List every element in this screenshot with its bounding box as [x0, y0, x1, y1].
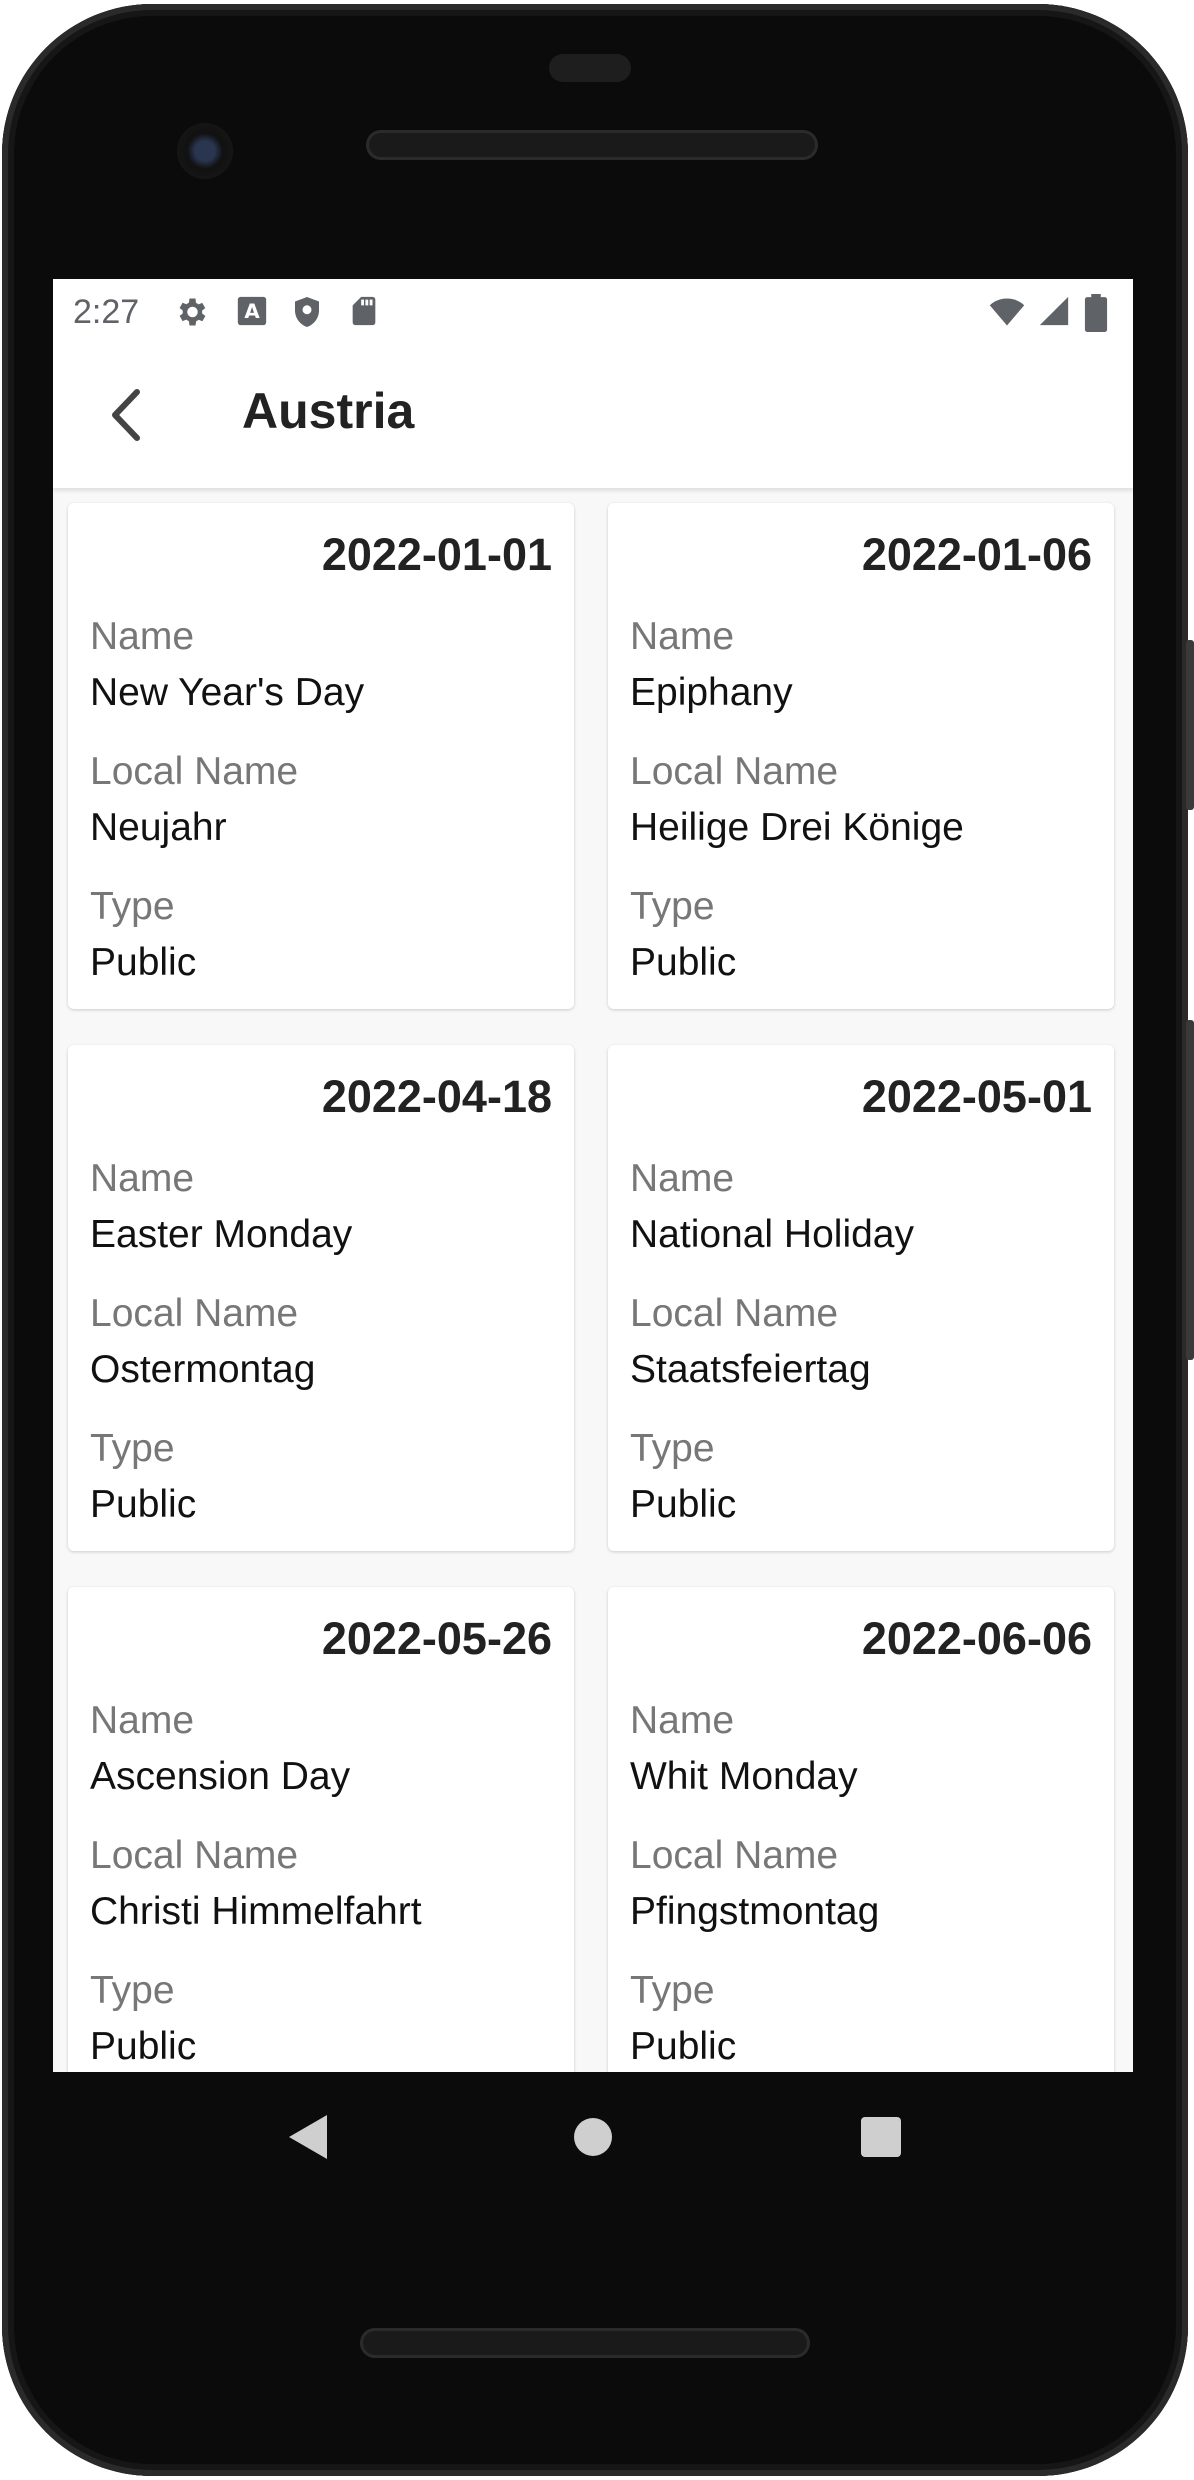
local-name-label: Local Name	[90, 1292, 299, 1335]
volume-button	[1186, 640, 1194, 810]
bottom-speaker	[360, 2328, 810, 2358]
local-name-label: Local Name	[630, 1292, 839, 1335]
power-button	[1186, 1020, 1194, 1360]
holiday-name: Epiphany	[630, 671, 793, 714]
sd-card-icon	[352, 296, 376, 326]
page-title: Austria	[242, 383, 415, 439]
name-label: Name	[630, 1157, 735, 1200]
holiday-date: 2022-01-01	[321, 529, 552, 580]
holiday-local-name: Staatsfeiertag	[630, 1348, 871, 1391]
holiday-local-name: Ostermontag	[90, 1348, 316, 1391]
type-label: Type	[630, 1969, 715, 2012]
type-label: Type	[630, 885, 715, 928]
holiday-local-name: Christi Himmelfahrt	[90, 1890, 422, 1933]
name-label: Name	[90, 1157, 195, 1200]
battery-icon	[1084, 294, 1108, 332]
holiday-type: Public	[630, 2025, 737, 2068]
local-name-label: Local Name	[630, 750, 839, 793]
earpiece	[549, 54, 631, 82]
back-triangle-icon[interactable]	[273, 2102, 343, 2172]
app-bar: Austria	[53, 342, 1133, 488]
holiday-local-name: Neujahr	[90, 806, 227, 849]
holiday-card[interactable]: 2022-05-01 Name National Holiday Local N…	[608, 1045, 1114, 1551]
status-time: 2:27	[73, 293, 140, 331]
wifi-icon	[989, 298, 1025, 326]
holiday-type: Public	[90, 941, 197, 984]
shield-icon	[295, 297, 319, 327]
name-label: Name	[90, 1699, 195, 1742]
holiday-date: 2022-05-01	[861, 1071, 1092, 1122]
holiday-name: Whit Monday	[630, 1755, 858, 1798]
holiday-list[interactable]: 2022-01-01 Name New Year's Day Local Nam…	[53, 488, 1133, 2072]
local-name-label: Local Name	[90, 750, 299, 793]
back-button[interactable]	[83, 370, 173, 460]
holiday-local-name: Pfingstmontag	[630, 1890, 880, 1933]
type-label: Type	[90, 885, 175, 928]
holiday-card[interactable]: 2022-01-01 Name New Year's Day Local Nam…	[68, 503, 574, 1009]
navigation-bar	[53, 2072, 1133, 2202]
name-label: Name	[90, 615, 195, 658]
svg-text:A: A	[244, 300, 260, 323]
name-label: Name	[630, 1699, 735, 1742]
holiday-name: National Holiday	[630, 1213, 914, 1256]
holiday-name: Ascension Day	[90, 1755, 351, 1798]
chevron-left-icon	[112, 389, 140, 441]
holiday-card[interactable]: 2022-04-18 Name Easter Monday Local Name…	[68, 1045, 574, 1551]
type-label: Type	[90, 1969, 175, 2012]
name-label: Name	[630, 615, 735, 658]
local-name-label: Local Name	[90, 1834, 299, 1877]
holiday-name: Easter Monday	[90, 1213, 353, 1256]
holiday-date: 2022-05-26	[321, 1613, 552, 1664]
holiday-type: Public	[90, 2025, 197, 2068]
local-name-label: Local Name	[630, 1834, 839, 1877]
a-letter-icon: A	[237, 296, 267, 326]
front-camera	[177, 123, 233, 179]
holiday-type: Public	[90, 1483, 197, 1526]
holiday-card[interactable]: 2022-05-26 Name Ascension Day Local Name…	[68, 1587, 574, 2072]
home-circle-icon[interactable]	[558, 2102, 628, 2172]
holiday-card[interactable]: 2022-06-06 Name Whit Monday Local Name P…	[608, 1587, 1114, 2072]
holiday-date: 2022-01-06	[861, 529, 1092, 580]
holiday-local-name: Heilige Drei Könige	[630, 806, 964, 849]
recents-square-icon[interactable]	[846, 2102, 916, 2172]
top-speaker	[366, 130, 818, 160]
type-label: Type	[90, 1427, 175, 1470]
holiday-type: Public	[630, 941, 737, 984]
holiday-name: New Year's Day	[90, 671, 365, 714]
holiday-type: Public	[630, 1483, 737, 1526]
phone-frame: 2:27 A Austria 2022-01-01 Name New Year'…	[0, 0, 1194, 2480]
holiday-date: 2022-06-06	[861, 1613, 1092, 1664]
status-bar: 2:27 A	[53, 279, 1133, 342]
holiday-date: 2022-04-18	[321, 1071, 552, 1122]
type-label: Type	[630, 1427, 715, 1470]
signal-icon	[1039, 296, 1069, 326]
holiday-card[interactable]: 2022-01-06 Name Epiphany Local Name Heil…	[608, 503, 1114, 1009]
settings-icon	[179, 298, 206, 326]
screen: 2:27 A Austria 2022-01-01 Name New Year'…	[53, 279, 1133, 2072]
